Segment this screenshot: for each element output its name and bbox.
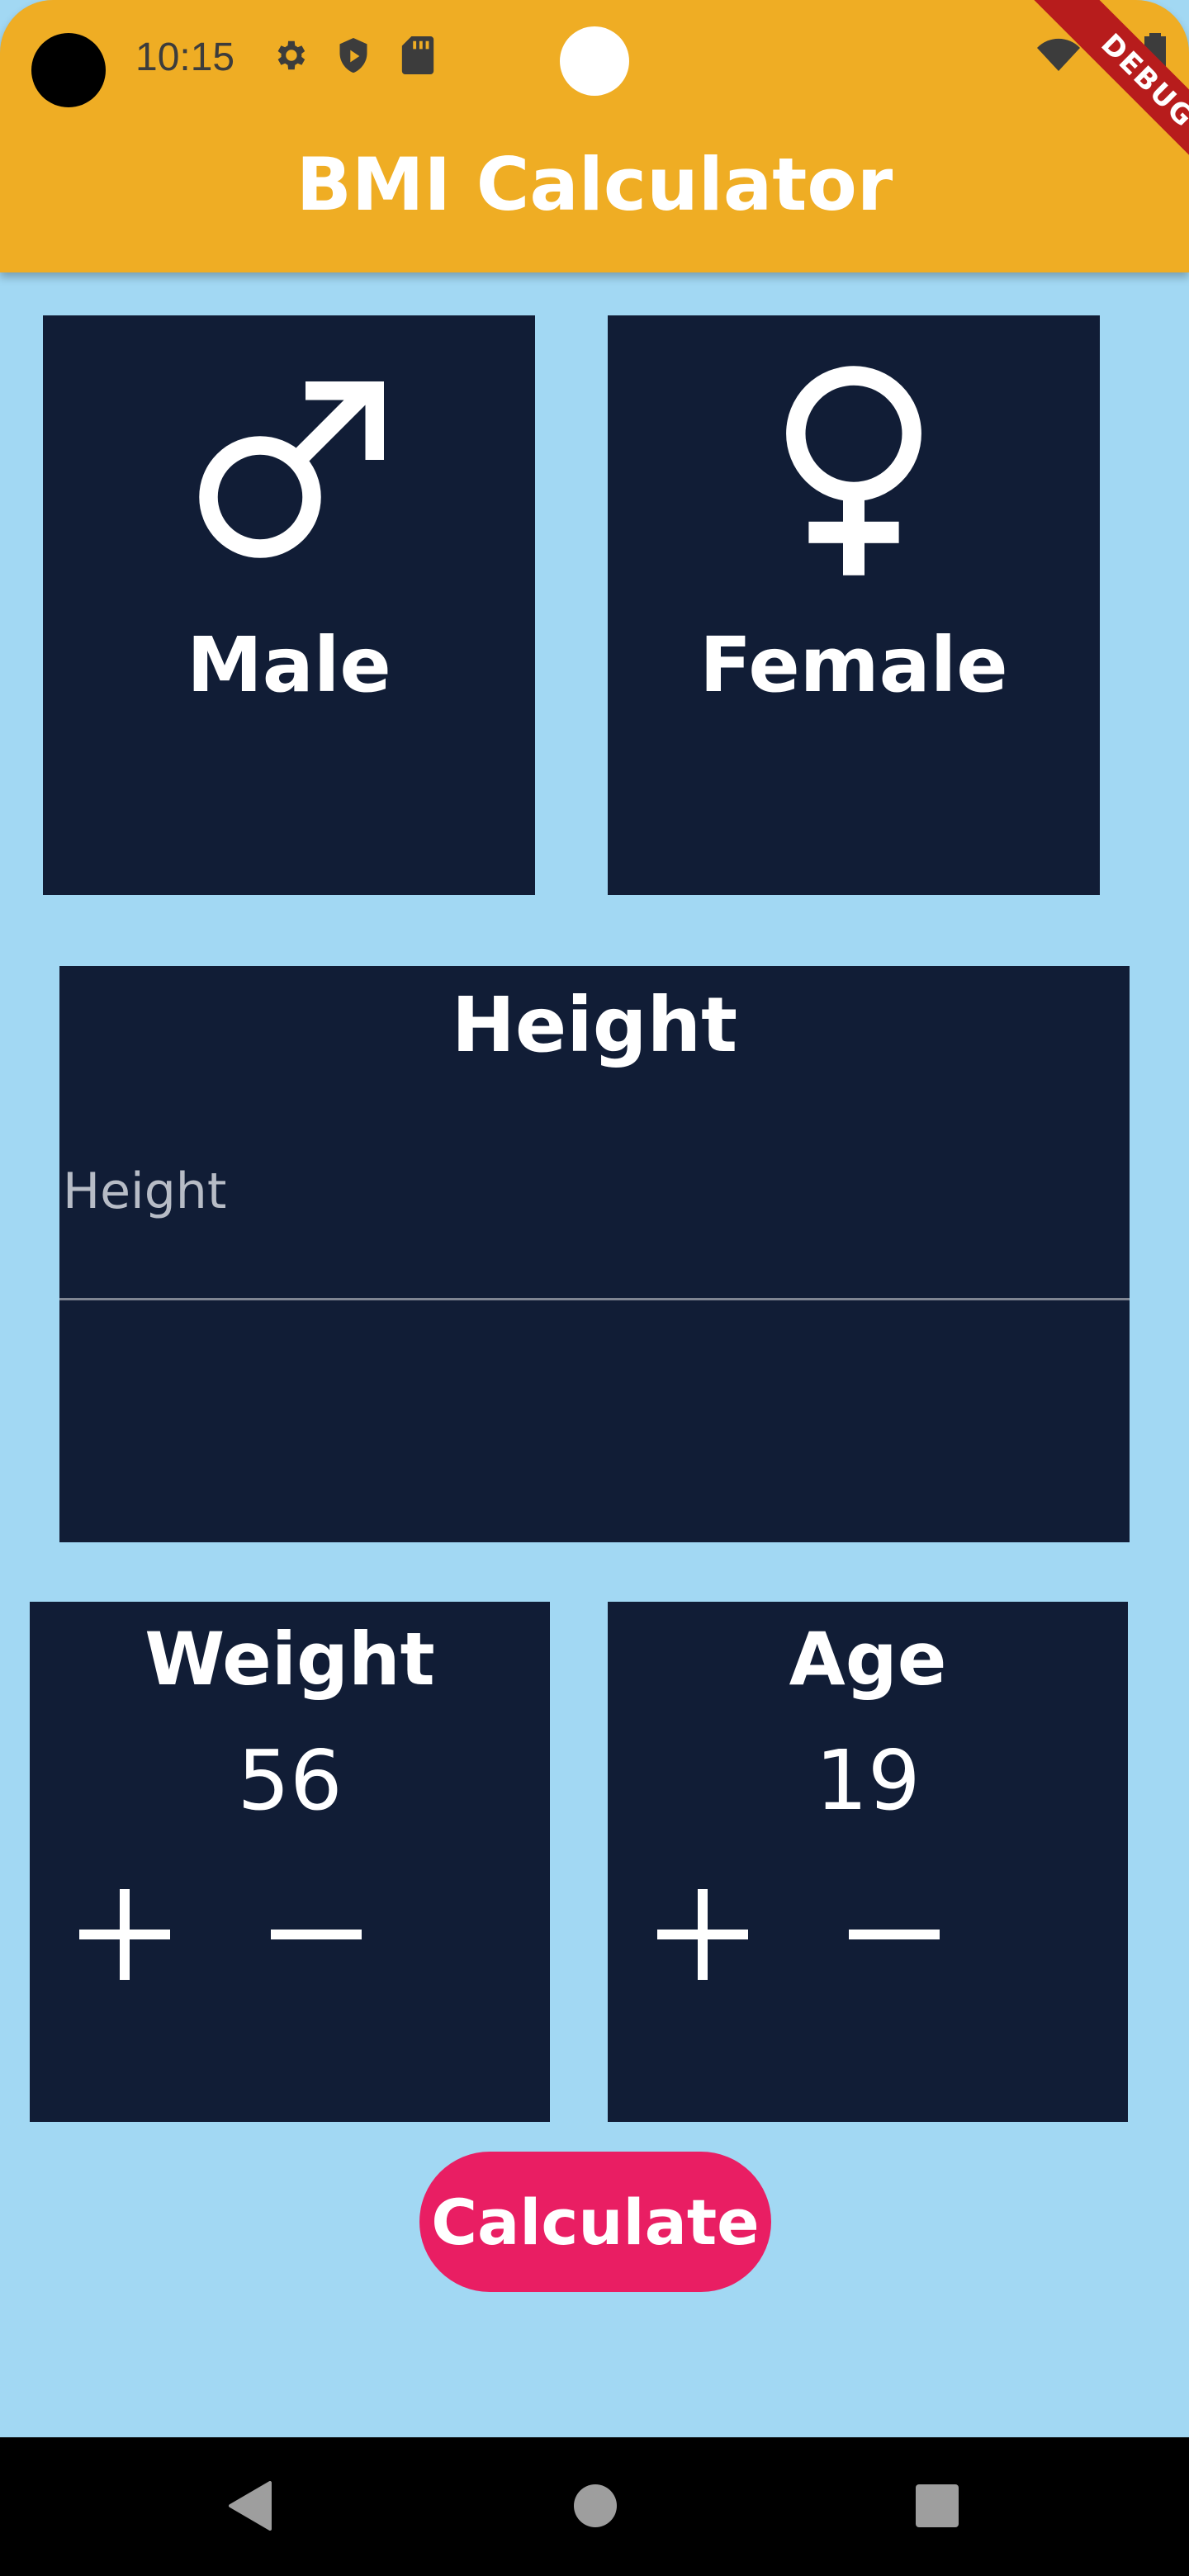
plus-icon	[79, 1888, 170, 1984]
age-title: Age	[789, 1617, 947, 1702]
wifi-icon	[1037, 38, 1080, 75]
weight-card: Weight 56	[30, 1602, 550, 2122]
male-label: Male	[187, 621, 391, 709]
age-decrement-button[interactable]	[841, 1882, 948, 1990]
recents-square-icon	[914, 2483, 960, 2533]
app-bar: 10:15 DEBUG BMI Calculator	[0, 0, 1189, 272]
minus-icon	[849, 1889, 940, 1984]
weight-increment-button[interactable]	[71, 1882, 178, 1990]
male-icon	[43, 365, 535, 571]
shield-icon	[335, 36, 372, 80]
height-input[interactable]	[59, 1131, 1130, 1300]
nav-home-button[interactable]	[566, 2479, 624, 2536]
height-card: Height Height	[59, 966, 1130, 1542]
plus-icon	[657, 1888, 748, 1984]
weight-value: 56	[237, 1732, 343, 1829]
age-value: 19	[815, 1732, 921, 1829]
back-triangle-icon	[227, 2480, 273, 2535]
age-card: Age 19	[608, 1602, 1128, 2122]
nav-recents-button[interactable]	[908, 2479, 966, 2536]
male-card[interactable]: Male	[43, 315, 535, 895]
nav-back-button[interactable]	[221, 2479, 279, 2536]
female-card[interactable]: Female	[608, 315, 1100, 895]
calculate-button[interactable]: Calculate	[419, 2152, 771, 2292]
sd-card-icon	[401, 36, 434, 78]
weight-decrement-button[interactable]	[263, 1882, 370, 1990]
age-increment-button[interactable]	[649, 1882, 756, 1990]
female-label: Female	[699, 621, 1008, 709]
notch-dot	[560, 26, 629, 96]
height-title: Height	[451, 981, 738, 1069]
gear-icon	[271, 36, 309, 78]
bmi-screen: 10:15 DEBUG BMI Calculator Male Female H…	[0, 0, 1189, 2576]
page-title: BMI Calculator	[296, 142, 893, 227]
status-time: 10:15	[135, 36, 235, 79]
minus-icon	[271, 1889, 362, 1984]
home-circle-icon	[572, 2483, 618, 2533]
system-nav-bar	[0, 2437, 1189, 2576]
female-icon	[608, 365, 1100, 580]
front-camera	[31, 33, 106, 107]
weight-title: Weight	[144, 1617, 435, 1702]
